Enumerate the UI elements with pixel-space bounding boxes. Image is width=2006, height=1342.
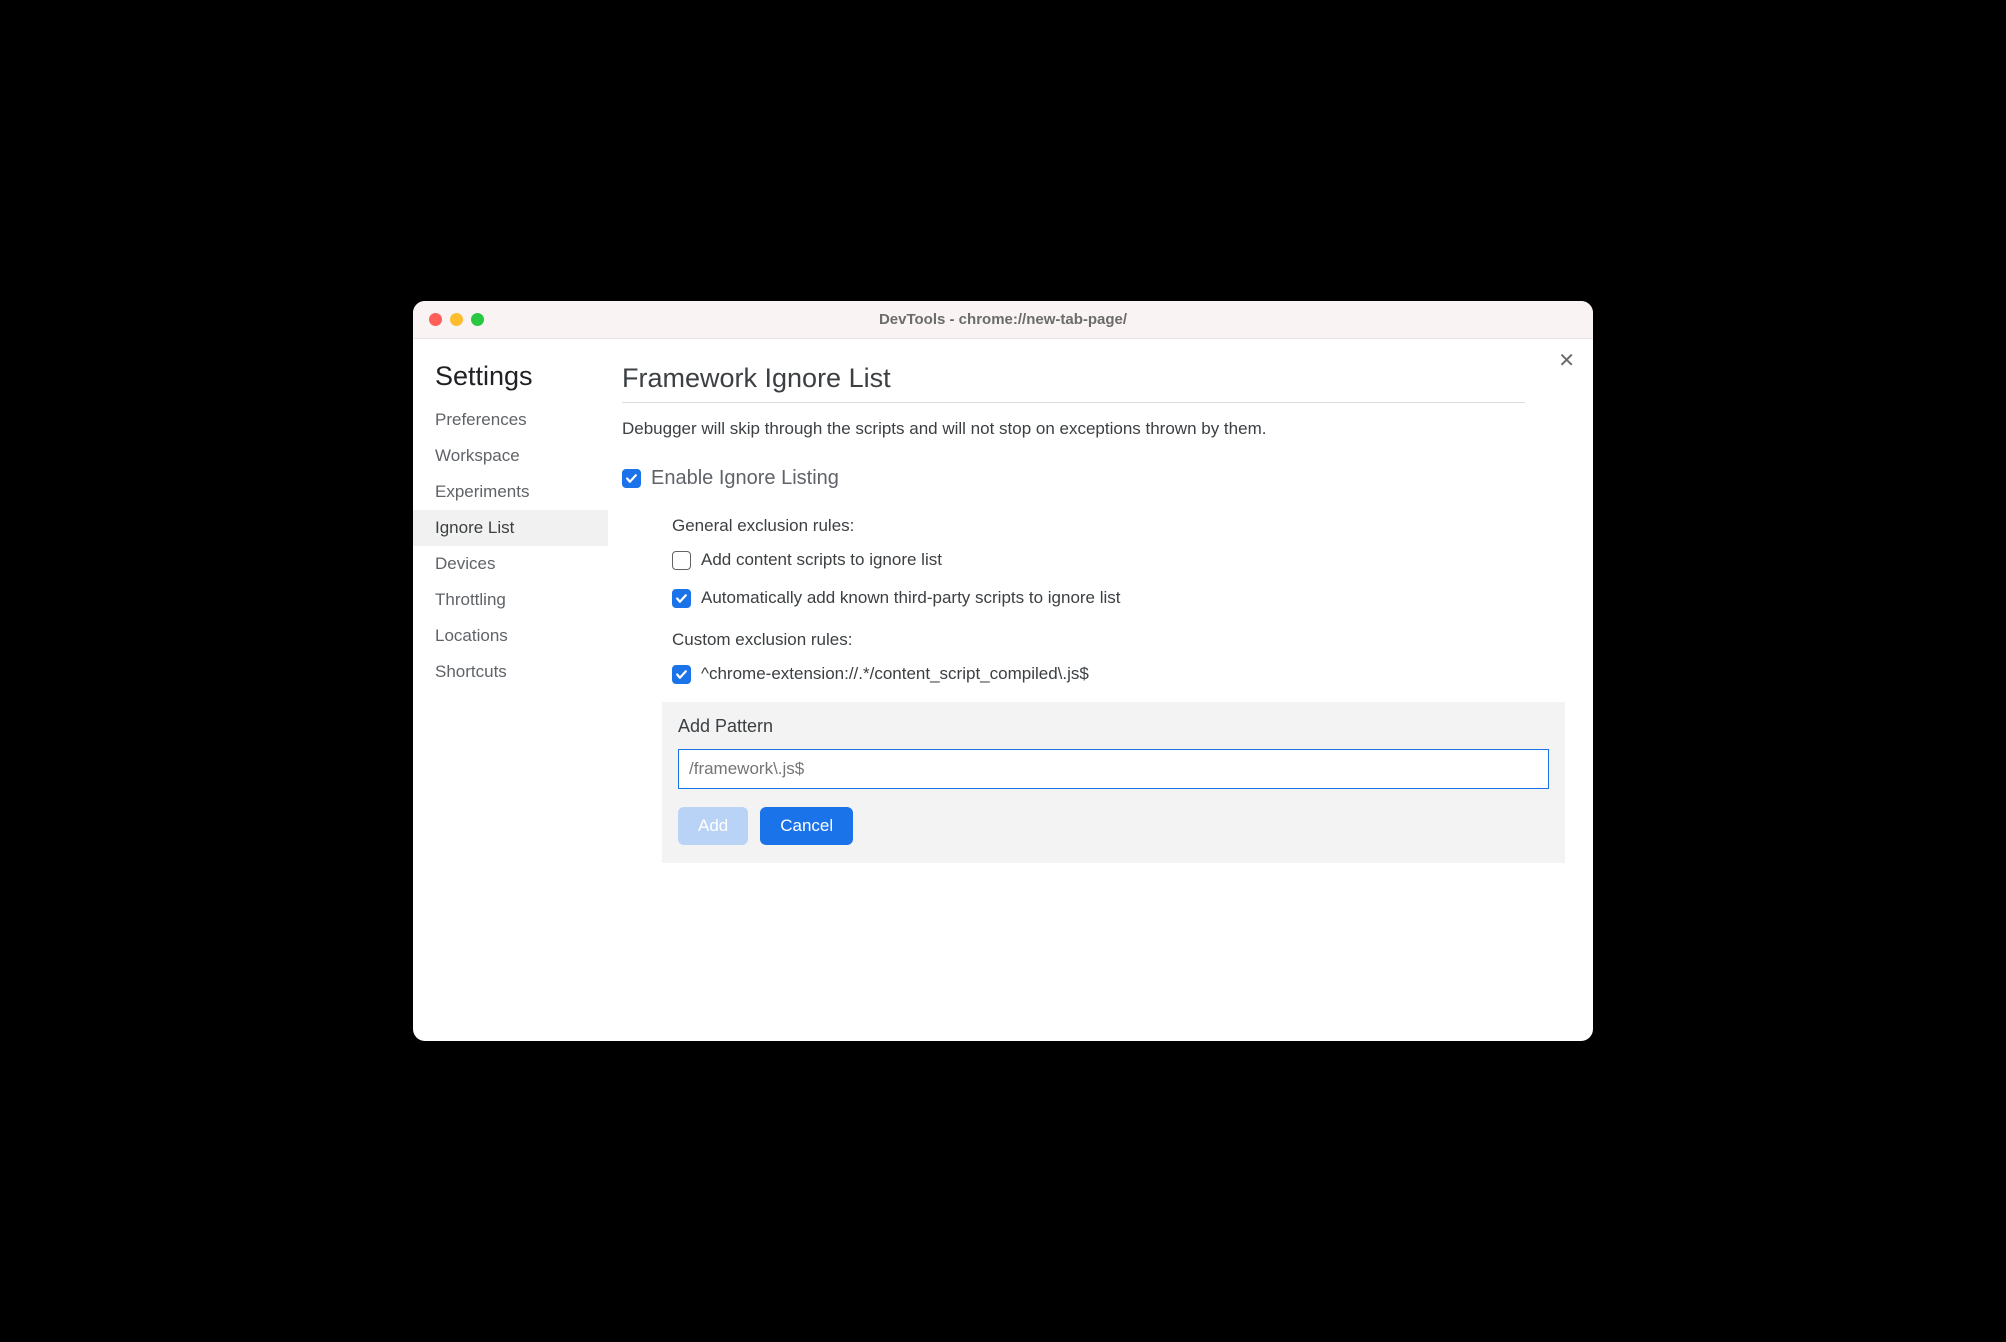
sidebar-title: Settings bbox=[413, 361, 608, 402]
zoom-window-icon[interactable] bbox=[471, 313, 484, 326]
page-title: Framework Ignore List bbox=[622, 363, 1525, 403]
sidebar-item-preferences[interactable]: Preferences bbox=[413, 402, 608, 438]
main-content: Framework Ignore List Debugger will skip… bbox=[608, 339, 1593, 1041]
page-description: Debugger will skip through the scripts a… bbox=[622, 419, 1525, 439]
custom-exclusion-title: Custom exclusion rules: bbox=[672, 630, 1525, 650]
general-rule-label: Add content scripts to ignore list bbox=[701, 550, 942, 570]
general-rule-row: Add content scripts to ignore list bbox=[672, 550, 1525, 570]
custom-rule-checkbox[interactable] bbox=[672, 665, 691, 684]
close-icon[interactable]: ✕ bbox=[1558, 351, 1575, 371]
sidebar-item-throttling[interactable]: Throttling bbox=[413, 582, 608, 618]
enable-ignore-listing-row: Enable Ignore Listing bbox=[622, 467, 1525, 490]
general-rule-checkbox[interactable] bbox=[672, 589, 691, 608]
general-rule-row: Automatically add known third-party scri… bbox=[672, 588, 1525, 608]
pattern-button-row: Add Cancel bbox=[678, 807, 1549, 845]
sidebar: Settings PreferencesWorkspaceExperiments… bbox=[413, 339, 608, 1041]
sidebar-item-shortcuts[interactable]: Shortcuts bbox=[413, 654, 608, 690]
add-pattern-title: Add Pattern bbox=[678, 716, 1549, 737]
general-exclusion-title: General exclusion rules: bbox=[672, 516, 1525, 536]
enable-ignore-listing-checkbox[interactable] bbox=[622, 469, 641, 488]
devtools-window: DevTools - chrome://new-tab-page/ ✕ Sett… bbox=[413, 301, 1593, 1041]
sidebar-item-devices[interactable]: Devices bbox=[413, 546, 608, 582]
window-title: DevTools - chrome://new-tab-page/ bbox=[413, 311, 1593, 328]
close-window-icon[interactable] bbox=[429, 313, 442, 326]
cancel-button[interactable]: Cancel bbox=[760, 807, 853, 845]
general-rule-checkbox[interactable] bbox=[672, 551, 691, 570]
minimize-window-icon[interactable] bbox=[450, 313, 463, 326]
window-body: ✕ Settings PreferencesWorkspaceExperimen… bbox=[413, 339, 1593, 1041]
custom-rule-row: ^chrome-extension://.*/content_script_co… bbox=[672, 664, 1525, 684]
add-button[interactable]: Add bbox=[678, 807, 748, 845]
titlebar: DevTools - chrome://new-tab-page/ bbox=[413, 301, 1593, 339]
sidebar-item-locations[interactable]: Locations bbox=[413, 618, 608, 654]
sidebar-item-experiments[interactable]: Experiments bbox=[413, 474, 608, 510]
sidebar-item-workspace[interactable]: Workspace bbox=[413, 438, 608, 474]
sidebar-item-ignore-list[interactable]: Ignore List bbox=[413, 510, 608, 546]
general-rule-label: Automatically add known third-party scri… bbox=[701, 588, 1121, 608]
general-exclusion-section: General exclusion rules: Add content scr… bbox=[622, 516, 1525, 684]
pattern-input[interactable] bbox=[678, 749, 1549, 789]
traffic-lights bbox=[413, 313, 484, 326]
enable-ignore-listing-label: Enable Ignore Listing bbox=[651, 467, 839, 490]
custom-rule-label: ^chrome-extension://.*/content_script_co… bbox=[701, 664, 1089, 684]
add-pattern-section: Add Pattern Add Cancel bbox=[662, 702, 1565, 863]
